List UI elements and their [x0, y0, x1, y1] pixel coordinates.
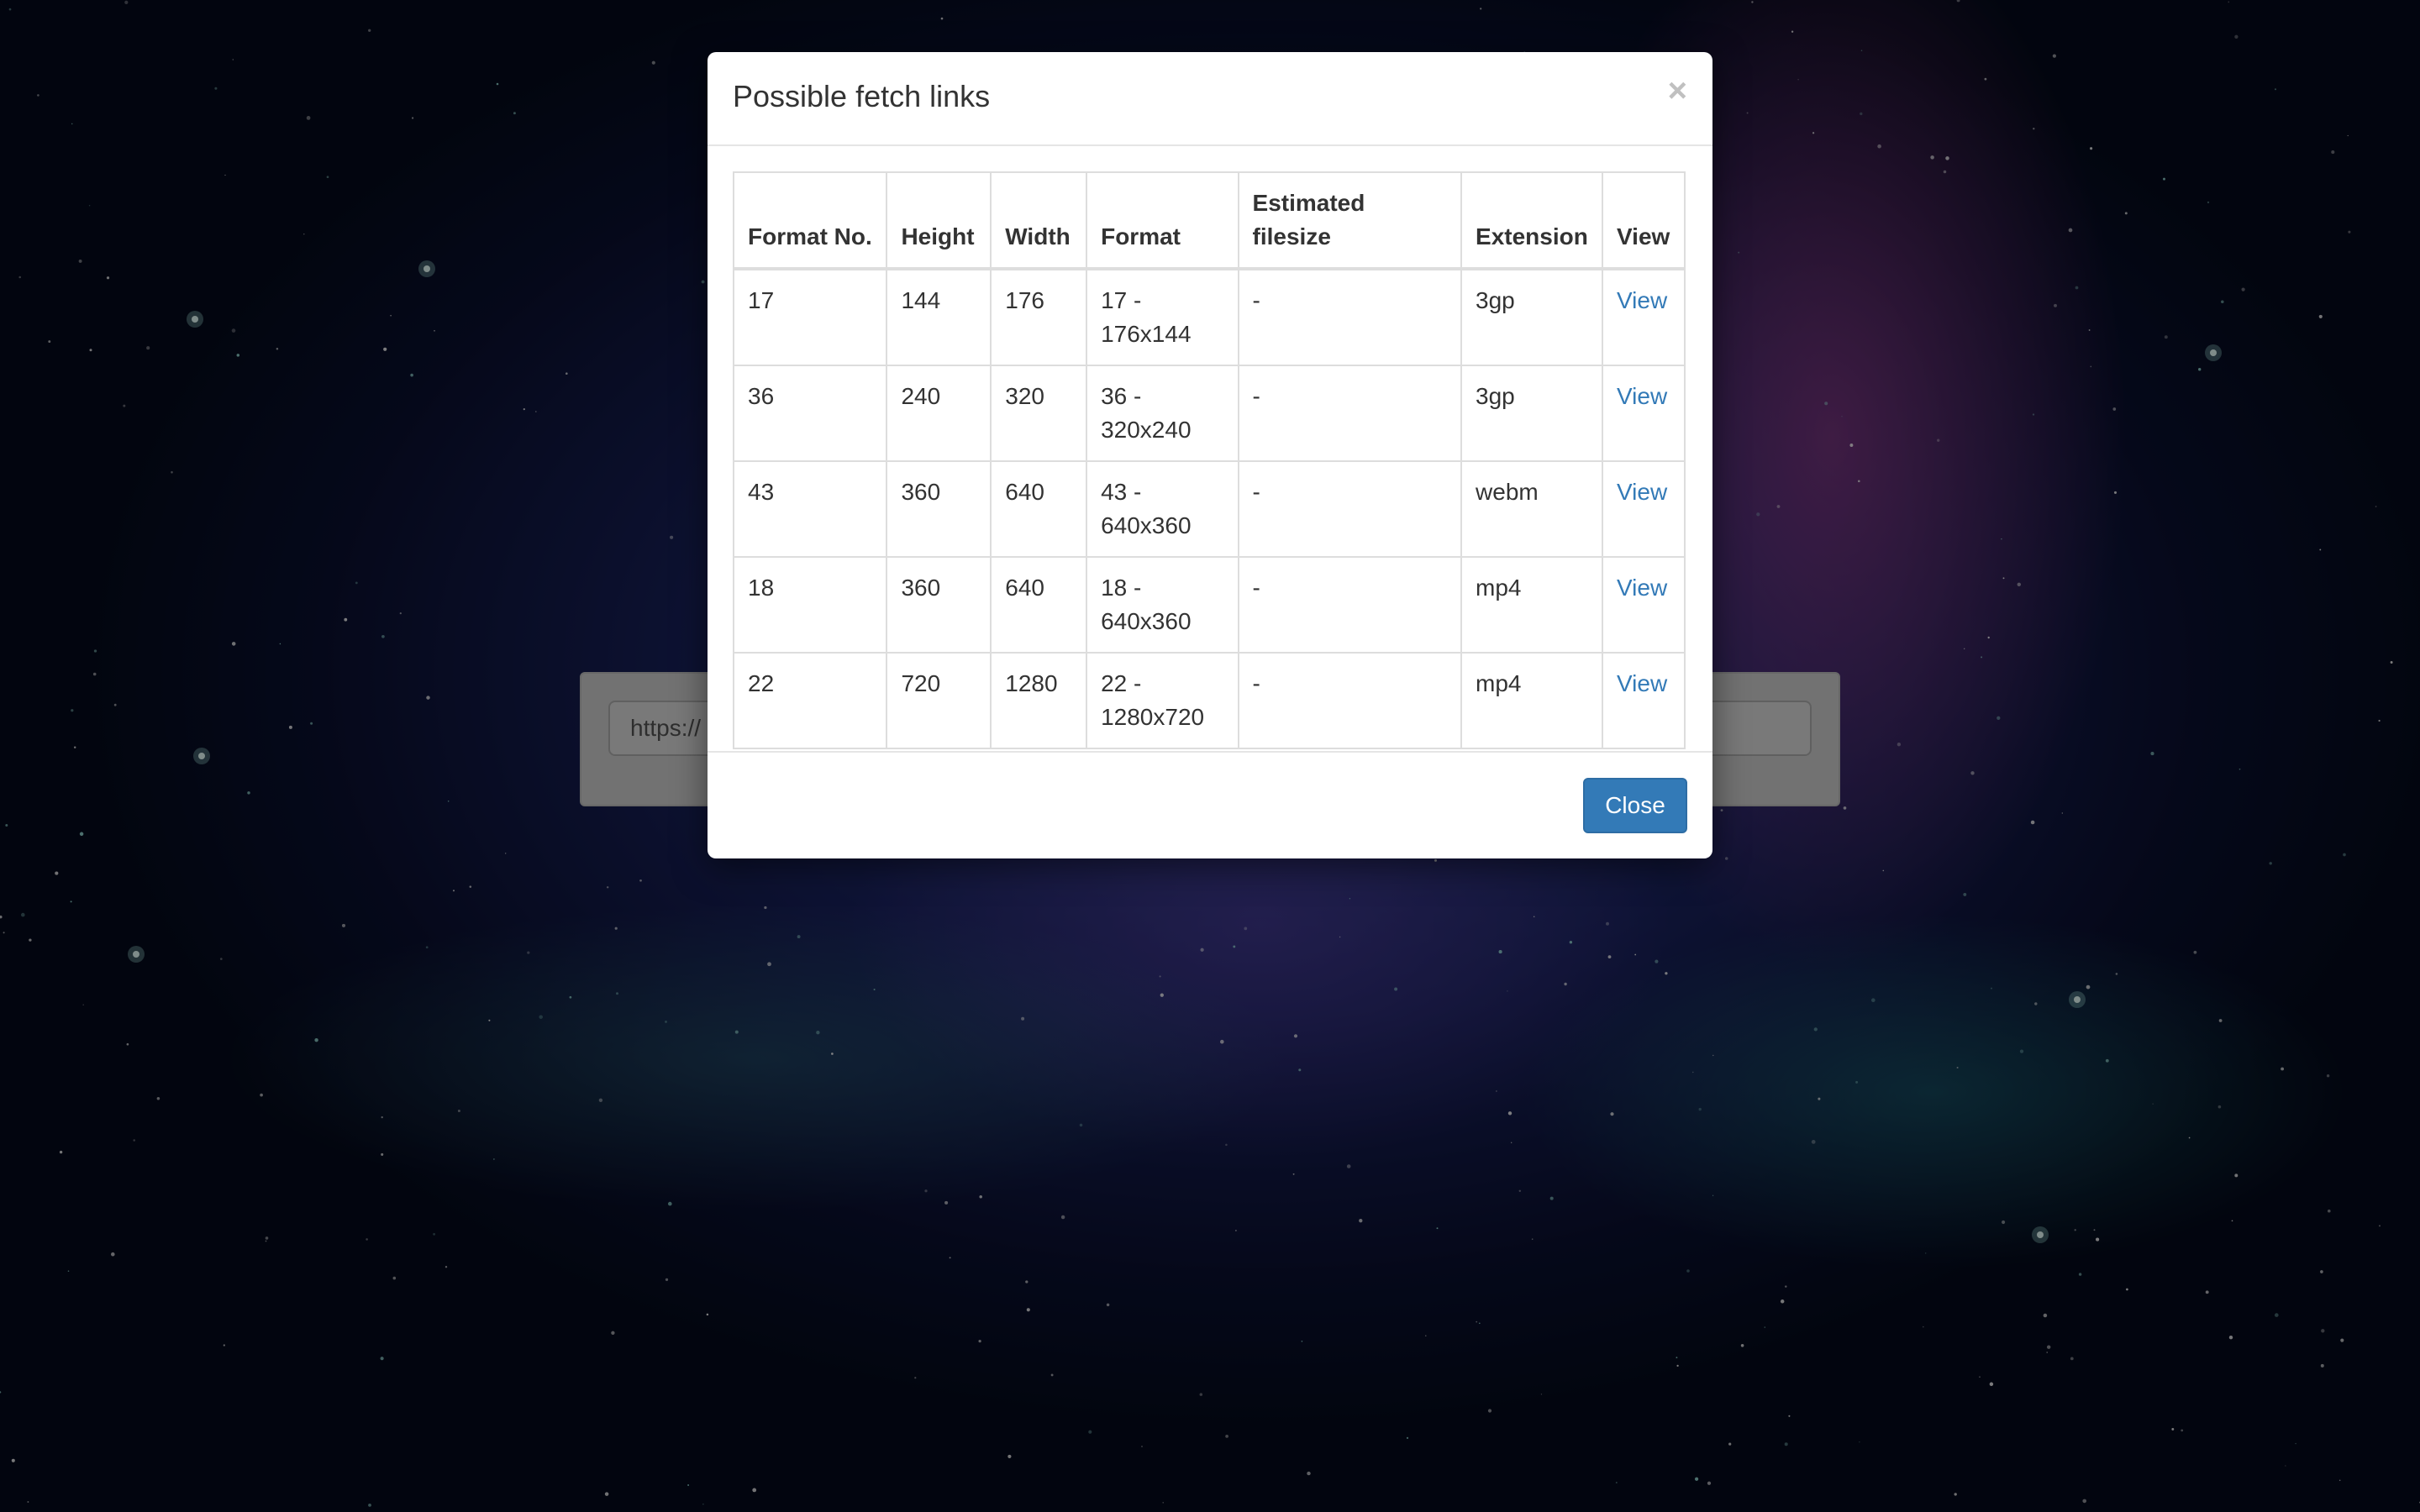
cell-width: 176: [990, 268, 1088, 366]
cell-format: 17 - 176x144: [1086, 268, 1239, 366]
close-icon[interactable]: ×: [1668, 74, 1687, 108]
cell-format-no: 17: [732, 268, 888, 366]
cell-extension: mp4: [1460, 652, 1604, 749]
cell-format: 18 - 640x360: [1086, 556, 1239, 654]
view-link[interactable]: View: [1617, 670, 1667, 696]
table-row: 43 360 640 43 - 640x360 - webm View: [732, 460, 1686, 558]
cell-extension: 3gp: [1460, 268, 1604, 366]
header-width: Width: [990, 171, 1088, 270]
cell-height: 144: [886, 268, 992, 366]
cell-filesize: -: [1237, 556, 1463, 654]
cell-height: 360: [886, 556, 992, 654]
cell-height: 240: [886, 365, 992, 462]
header-format: Format: [1086, 171, 1239, 270]
header-estimated-filesize: Estimated filesize: [1237, 171, 1463, 270]
header-view: View: [1602, 171, 1686, 270]
modal-body: Format No. Height Width Format Estimated…: [708, 146, 1712, 778]
cell-filesize: -: [1237, 268, 1463, 366]
cell-filesize: -: [1237, 365, 1463, 462]
header-format-no: Format No.: [732, 171, 888, 270]
cell-format: 22 - 1280x720: [1086, 652, 1239, 749]
view-link[interactable]: View: [1617, 383, 1667, 409]
cell-width: 1280: [990, 652, 1088, 749]
cell-format-no: 22: [732, 652, 888, 749]
cell-format: 43 - 640x360: [1086, 460, 1239, 558]
fetch-links-table: Format No. Height Width Format Estimated…: [732, 171, 1686, 749]
modal-footer: Close: [708, 751, 1712, 858]
table-row: 18 360 640 18 - 640x360 - mp4 View: [732, 556, 1686, 654]
cell-extension: webm: [1460, 460, 1604, 558]
close-button[interactable]: Close: [1583, 778, 1687, 833]
table-row: 36 240 320 36 - 320x240 - 3gp View: [732, 365, 1686, 462]
cell-view: View: [1602, 460, 1686, 558]
cell-height: 360: [886, 460, 992, 558]
cell-view: View: [1602, 556, 1686, 654]
header-height: Height: [886, 171, 992, 270]
cell-view: View: [1602, 652, 1686, 749]
cell-extension: 3gp: [1460, 365, 1604, 462]
modal-title: Possible fetch links: [733, 79, 991, 113]
view-link[interactable]: View: [1617, 575, 1667, 601]
cell-format: 36 - 320x240: [1086, 365, 1239, 462]
table-row: 22 720 1280 22 - 1280x720 - mp4 View: [732, 652, 1686, 749]
fetch-links-modal: Possible fetch links × Format No. Height…: [708, 52, 1712, 858]
header-extension: Extension: [1460, 171, 1604, 270]
cell-format-no: 18: [732, 556, 888, 654]
cell-width: 640: [990, 556, 1088, 654]
cell-height: 720: [886, 652, 992, 749]
cell-format-no: 43: [732, 460, 888, 558]
cell-view: View: [1602, 365, 1686, 462]
cell-filesize: -: [1237, 460, 1463, 558]
view-link[interactable]: View: [1617, 479, 1667, 505]
cell-extension: mp4: [1460, 556, 1604, 654]
modal-header: Possible fetch links ×: [708, 52, 1712, 146]
cell-width: 320: [990, 365, 1088, 462]
cell-width: 640: [990, 460, 1088, 558]
view-link[interactable]: View: [1617, 287, 1667, 313]
cell-view: View: [1602, 268, 1686, 366]
cell-format-no: 36: [732, 365, 888, 462]
cell-filesize: -: [1237, 652, 1463, 749]
table-row: 17 144 176 17 - 176x144 - 3gp View: [732, 268, 1686, 366]
table-header-row: Format No. Height Width Format Estimated…: [732, 171, 1686, 270]
